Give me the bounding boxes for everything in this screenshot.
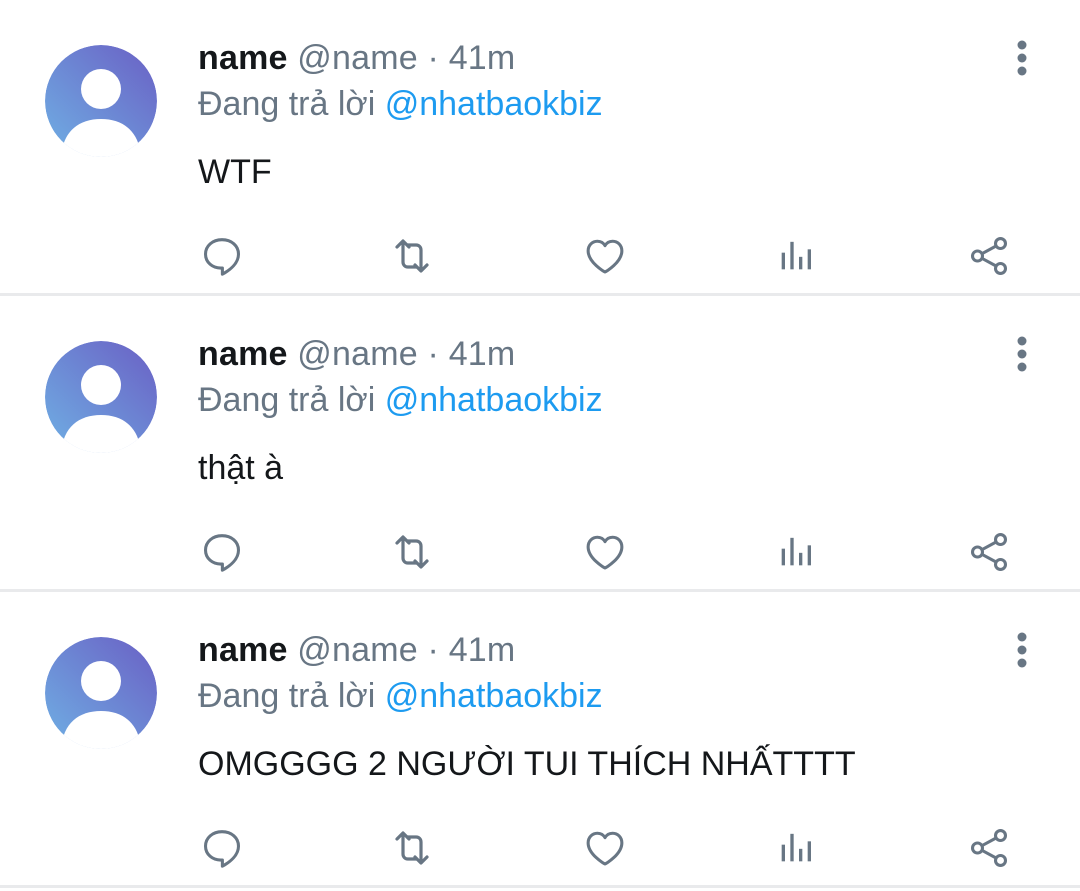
more-vertical-icon [1017, 632, 1027, 668]
more-options-button[interactable] [1002, 332, 1042, 376]
share-icon [970, 533, 1008, 571]
default-avatar-icon [45, 341, 157, 453]
reply-context: Đang trả lời @nhatbaokbiz [198, 82, 980, 126]
tweet-actions [198, 528, 1016, 576]
user-handle[interactable]: @name [297, 39, 418, 77]
display-name[interactable]: name [198, 631, 288, 669]
avatar[interactable] [45, 341, 157, 453]
reply-to-link[interactable]: @nhatbaokbiz [385, 85, 603, 123]
reply-button[interactable] [198, 528, 246, 576]
views-button[interactable] [772, 232, 820, 280]
tweet-text: thật à [198, 449, 284, 487]
share-button[interactable] [965, 824, 1013, 872]
reply-button[interactable] [198, 824, 246, 872]
display-name[interactable]: name [198, 39, 288, 77]
retweet-icon [395, 831, 429, 865]
reply-prefix: Đang trả lời [198, 85, 376, 123]
reply-context: Đang trả lời @nhatbaokbiz [198, 674, 980, 718]
avatar[interactable] [45, 637, 157, 749]
reply-prefix: Đang trả lời [198, 677, 376, 715]
reply-context: Đang trả lời @nhatbaokbiz [198, 378, 980, 422]
heart-icon [586, 535, 624, 570]
separator-dot: · [427, 335, 440, 373]
avatar[interactable] [45, 45, 157, 157]
reply-prefix: Đang trả lời [198, 381, 376, 419]
reply-icon [203, 830, 241, 868]
like-button[interactable] [581, 232, 629, 280]
default-avatar-icon [45, 45, 157, 157]
tweet-actions [198, 824, 1016, 872]
reply-icon [203, 534, 241, 572]
reply-to-link[interactable]: @nhatbaokbiz [385, 381, 603, 419]
like-button[interactable] [581, 528, 629, 576]
more-options-button[interactable] [1002, 36, 1042, 80]
share-button[interactable] [965, 528, 1013, 576]
retweet-icon [395, 239, 429, 273]
analytics-icon [781, 833, 811, 862]
more-vertical-icon [1017, 336, 1027, 372]
tweet-actions [198, 232, 1016, 280]
display-name[interactable]: name [198, 335, 288, 373]
separator-dot: · [427, 631, 440, 669]
timestamp[interactable]: 41m [449, 335, 516, 373]
timestamp[interactable]: 41m [449, 631, 516, 669]
separator-dot: · [427, 39, 440, 77]
tweet-header: name @name · 41m [198, 628, 980, 672]
more-options-button[interactable] [1002, 628, 1042, 672]
tweet-text: WTF [198, 153, 272, 191]
retweet-button[interactable] [388, 824, 436, 872]
user-handle[interactable]: @name [297, 335, 418, 373]
more-vertical-icon [1017, 40, 1027, 76]
default-avatar-icon [45, 637, 157, 749]
reply-icon [203, 238, 241, 276]
tweet-item[interactable]: name @name · 41m Đang trả lời @nhatbaokb… [0, 296, 1080, 592]
tweet-header: name @name · 41m [198, 36, 980, 80]
heart-icon [586, 831, 624, 866]
retweet-button[interactable] [388, 528, 436, 576]
share-icon [970, 237, 1008, 275]
retweet-button[interactable] [388, 232, 436, 280]
tweet-item[interactable]: name @name · 41m Đang trả lời @nhatbaokb… [0, 592, 1080, 888]
tweet-content: name @name · 41m Đang trả lời @nhatbaokb… [198, 628, 980, 786]
reply-to-link[interactable]: @nhatbaokbiz [385, 677, 603, 715]
views-button[interactable] [772, 528, 820, 576]
reply-button[interactable] [198, 232, 246, 280]
heart-icon [586, 239, 624, 274]
share-icon [970, 829, 1008, 867]
share-button[interactable] [965, 232, 1013, 280]
tweet-item[interactable]: name @name · 41m Đang trả lời @nhatbaokb… [0, 0, 1080, 296]
timeline: name @name · 41m Đang trả lời @nhatbaokb… [0, 0, 1080, 891]
views-button[interactable] [772, 824, 820, 872]
tweet-text: OMGGGG 2 NGƯỜI TUI THÍCH NHẤTTTT [198, 745, 856, 783]
timestamp[interactable]: 41m [449, 39, 516, 77]
tweet-header: name @name · 41m [198, 332, 980, 376]
user-handle[interactable]: @name [297, 631, 418, 669]
tweet-content: name @name · 41m Đang trả lời @nhatbaokb… [198, 36, 980, 194]
tweet-content: name @name · 41m Đang trả lời @nhatbaokb… [198, 332, 980, 490]
like-button[interactable] [581, 824, 629, 872]
analytics-icon [781, 241, 811, 270]
analytics-icon [781, 537, 811, 566]
retweet-icon [395, 535, 429, 569]
